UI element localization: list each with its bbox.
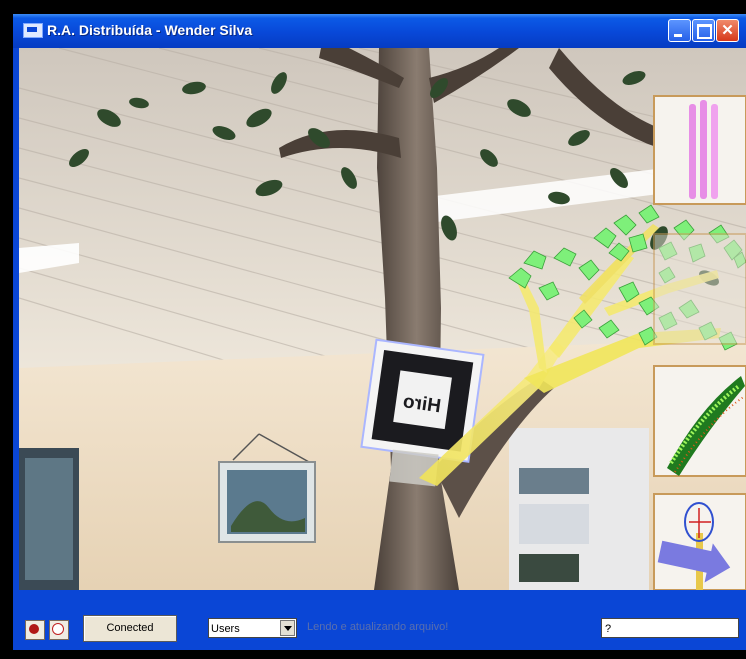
chevron-down-icon[interactable] [280, 620, 295, 636]
status-message: Lendo e atualizando arquivo! [307, 621, 449, 633]
close-button[interactable]: ✕ [716, 19, 739, 42]
status-bar: Conected Users Lendo e atualizando arqui… [13, 594, 746, 650]
camera-view[interactable]: Hiro [19, 48, 746, 590]
clock-face-shape [52, 623, 64, 635]
alarm-bell-shape [29, 624, 39, 634]
maximize-button[interactable] [692, 19, 715, 42]
users-select-value: Users [211, 623, 240, 635]
title-bar[interactable]: R.A. Distribuída - Wender Silva ✕ [13, 14, 746, 48]
window-title: R.A. Distribuída - Wender Silva [47, 22, 253, 38]
augmented-reality-scene: Hiro [19, 48, 746, 590]
app-icon [23, 23, 43, 38]
model-thumbnails [653, 95, 746, 590]
question-input[interactable]: ? [601, 618, 739, 638]
close-icon: ✕ [721, 22, 734, 39]
application-window: R.A. Distribuída - Wender Silva ✕ Hiro C… [13, 14, 746, 650]
connect-button[interactable]: Conected [83, 615, 177, 642]
minimize-icon [674, 34, 682, 37]
thumbnail-tree[interactable] [653, 233, 746, 345]
maximize-icon [697, 24, 712, 39]
users-select[interactable]: Users [208, 618, 297, 638]
alarm-clock-icon[interactable] [25, 620, 45, 640]
minimize-button[interactable] [668, 19, 691, 42]
screenshot-frame: R.A. Distribuída - Wender Silva ✕ Hiro C… [0, 0, 746, 659]
clock-icon[interactable] [49, 620, 69, 640]
